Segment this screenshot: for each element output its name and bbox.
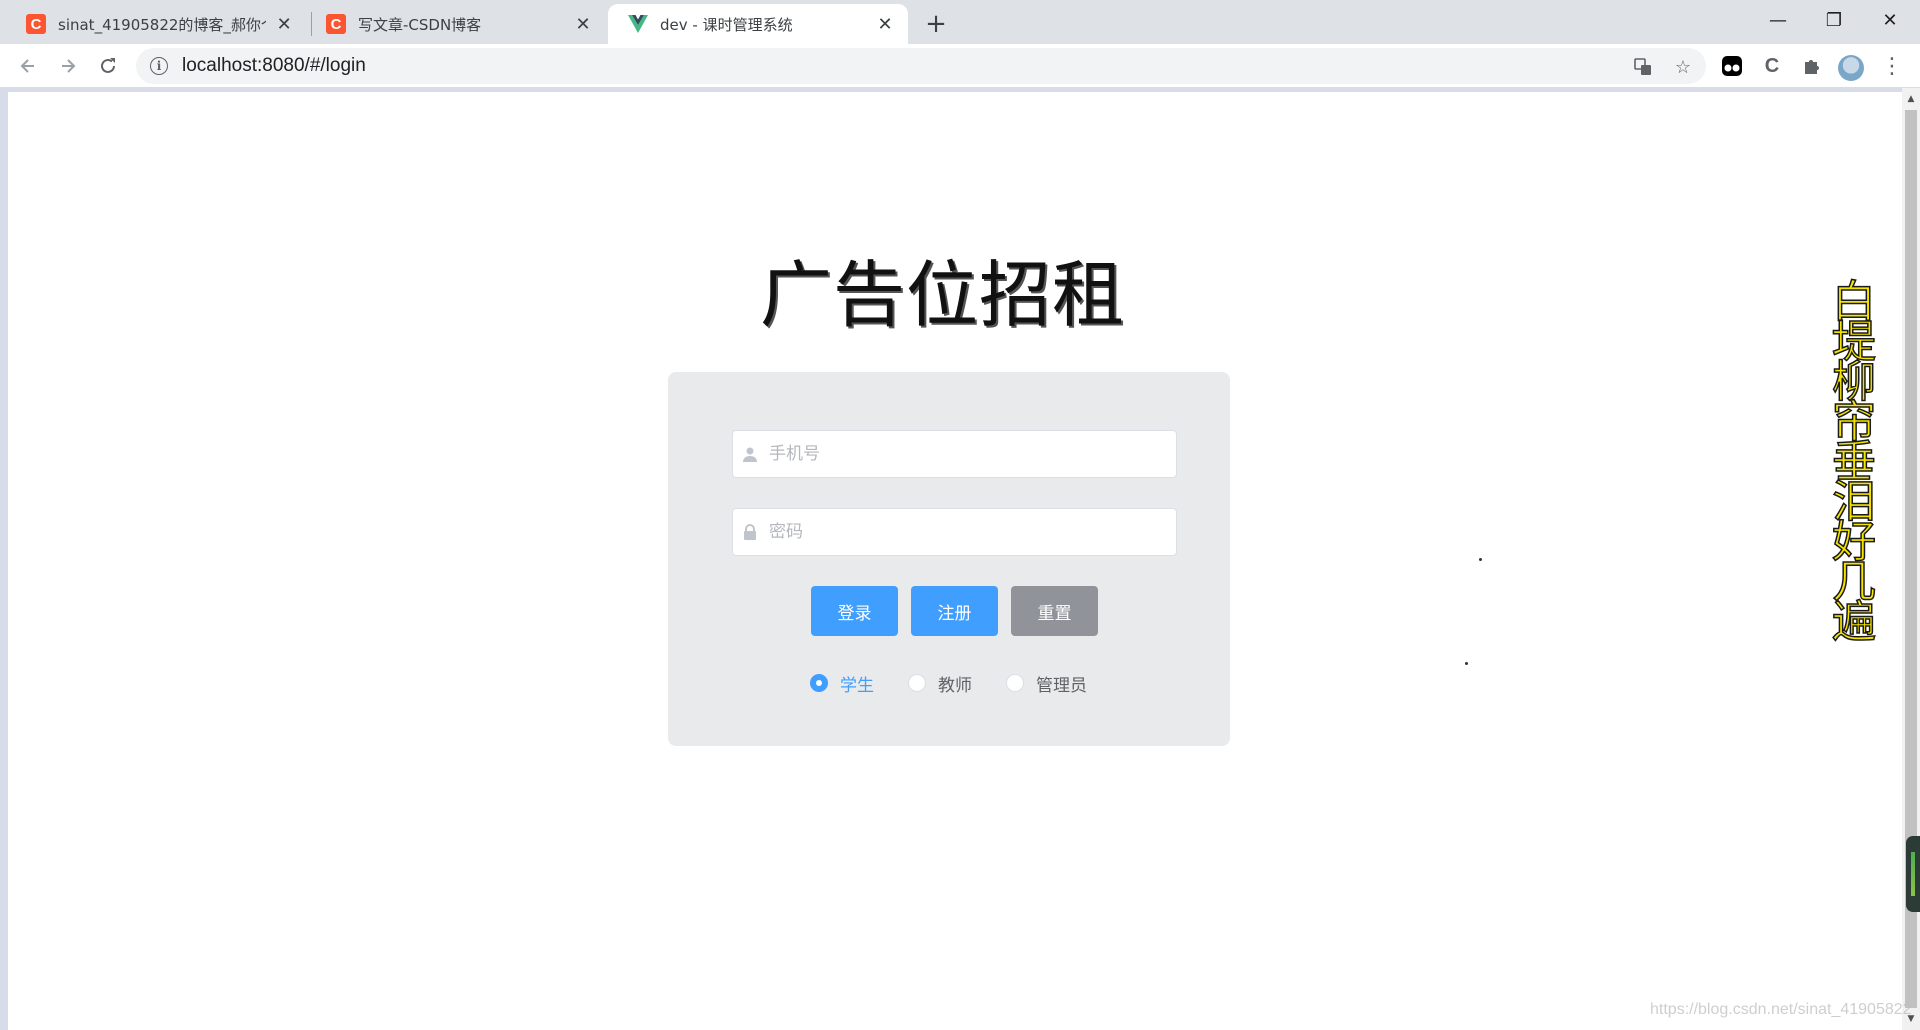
tab-csdn-write[interactable]: C 写文章-CSDN博客 ✕ xyxy=(306,4,606,44)
minimize-button[interactable]: — xyxy=(1750,0,1806,40)
tab-dev-course[interactable]: dev - 课时管理系统 ✕ xyxy=(608,4,908,44)
tab-close-icon[interactable]: ✕ xyxy=(274,13,294,35)
tab-title: sinat_41905822的博客_郝你个蛋 xyxy=(58,15,266,34)
new-tab-button[interactable]: + xyxy=(920,8,952,40)
register-button[interactable]: 注册 xyxy=(911,586,998,636)
forward-button[interactable] xyxy=(52,50,84,82)
stray-dot xyxy=(1465,662,1468,665)
reload-icon xyxy=(101,58,115,73)
extension-c-icon[interactable]: C xyxy=(1756,50,1788,82)
tab-title: 写文章-CSDN博客 xyxy=(358,15,482,34)
address-bar[interactable]: i localhost:8080/#/login ☆ xyxy=(136,48,1706,84)
page-title: 广告位招租 xyxy=(760,253,1126,337)
tab-csdn-blog[interactable]: C sinat_41905822的博客_郝你个蛋 ✕ xyxy=(6,4,306,44)
profile-avatar[interactable] xyxy=(1838,55,1864,81)
bookmark-star-icon[interactable]: ☆ xyxy=(1670,54,1696,80)
radio-label: 学生 xyxy=(840,675,874,696)
extensions-puzzle-icon[interactable] xyxy=(1796,50,1828,82)
tab-close-icon[interactable]: ✕ xyxy=(572,13,594,35)
floating-lyric-overlay: 白堤柳帘垂泪好几遍 xyxy=(1823,277,1876,639)
stray-dot xyxy=(1479,558,1482,561)
role-radio-admin[interactable]: 管理员 xyxy=(1006,671,1087,696)
maximize-button[interactable]: ❐ xyxy=(1806,0,1862,40)
radio-label: 教师 xyxy=(938,675,972,696)
reload-button[interactable] xyxy=(92,50,124,82)
role-radio-student[interactable]: 学生 xyxy=(810,671,874,696)
radio-label: 管理员 xyxy=(1036,675,1087,696)
csdn-favicon-icon: C xyxy=(326,14,346,34)
page-top-border xyxy=(0,88,1920,92)
phone-field[interactable] xyxy=(732,430,1177,478)
lock-icon xyxy=(741,523,759,541)
radio-unchecked-icon[interactable] xyxy=(908,674,926,692)
arrow-right-icon xyxy=(62,59,76,73)
arrow-left-icon xyxy=(20,59,34,73)
password-field[interactable] xyxy=(732,508,1177,556)
radio-unchecked-icon[interactable] xyxy=(1006,674,1024,692)
scroll-up-icon[interactable]: ▲ xyxy=(1902,90,1920,108)
page-left-border xyxy=(0,88,8,1030)
watermark: https://blog.csdn.net/sinat_41905822 xyxy=(1650,1001,1912,1018)
url-text[interactable]: localhost:8080/#/login xyxy=(182,55,366,77)
user-icon xyxy=(741,445,759,463)
back-button[interactable] xyxy=(12,50,44,82)
browser-toolbar: i localhost:8080/#/login ☆ C ⋮ xyxy=(0,44,1920,88)
phone-input[interactable] xyxy=(769,431,1176,477)
site-info-icon[interactable]: i xyxy=(150,57,168,75)
vue-logo-icon xyxy=(628,14,648,34)
csdn-favicon-icon: C xyxy=(26,14,46,34)
translate-icon[interactable] xyxy=(1630,54,1656,80)
tab-close-icon[interactable]: ✕ xyxy=(874,13,896,35)
login-button[interactable]: 登录 xyxy=(811,586,898,636)
tab-strip: C sinat_41905822的博客_郝你个蛋 ✕ C 写文章-CSDN博客 … xyxy=(0,0,1920,44)
reset-button[interactable]: 重置 xyxy=(1011,586,1098,636)
side-widget-level-bar xyxy=(1911,852,1915,896)
role-radio-group: 学生 教师 管理员 xyxy=(810,671,1121,696)
close-window-button[interactable]: ✕ xyxy=(1862,0,1918,40)
radio-checked-icon[interactable] xyxy=(810,674,828,692)
page-viewport: 广告位招租 登录 注册 重置 学生 教师 xyxy=(0,88,1920,1030)
tab-title: dev - 课时管理系统 xyxy=(660,15,793,34)
menu-kebab-icon[interactable]: ⋮ xyxy=(1876,50,1908,82)
side-widget-handle[interactable] xyxy=(1906,836,1920,912)
extension-tampermonkey-icon[interactable] xyxy=(1716,50,1748,82)
role-radio-teacher[interactable]: 教师 xyxy=(908,671,972,696)
password-input[interactable] xyxy=(769,509,1176,555)
login-card: 登录 注册 重置 学生 教师 管理员 xyxy=(668,372,1230,746)
